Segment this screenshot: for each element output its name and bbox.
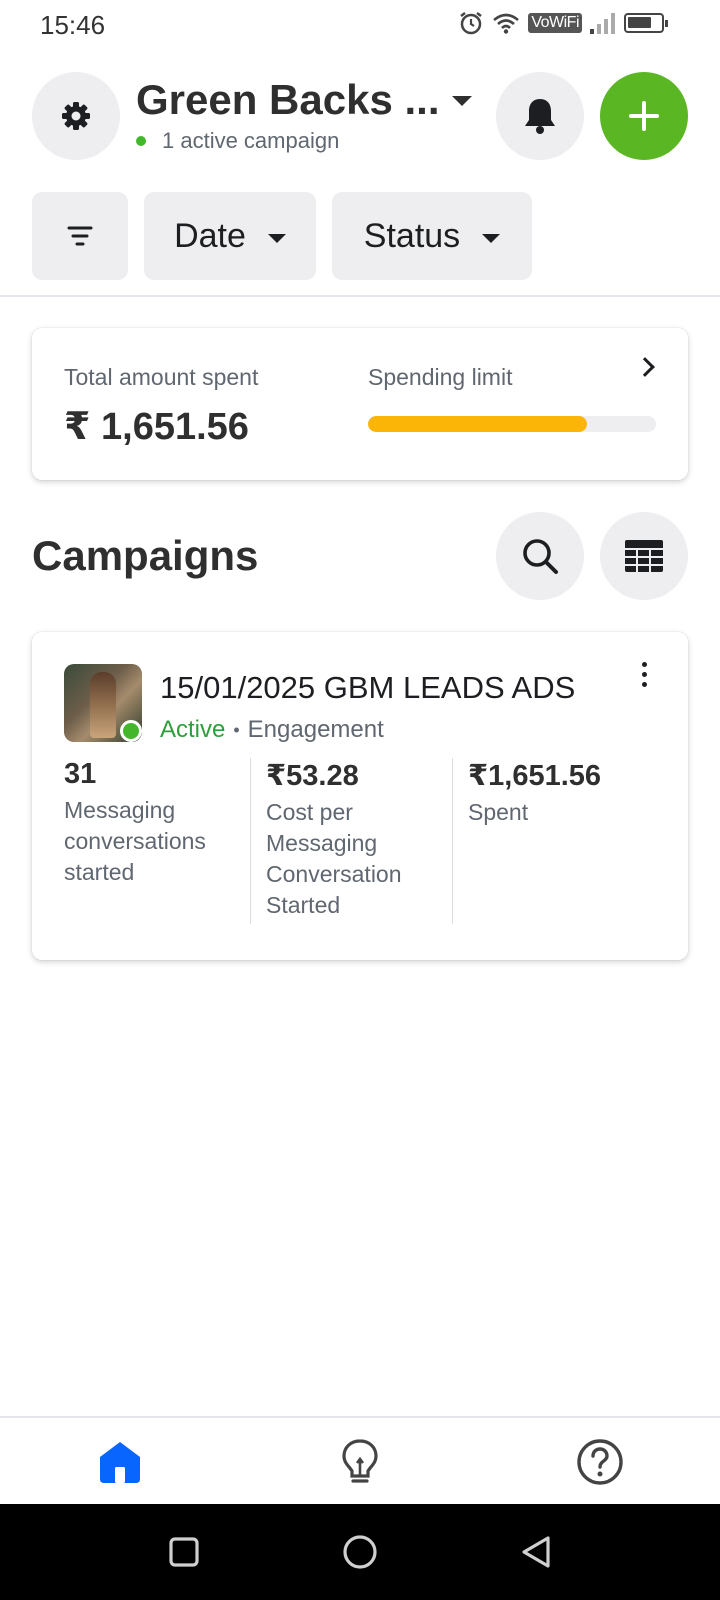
campaign-card[interactable]: 15/01/2025 GBM LEADS ADS Active • Engage… [32, 632, 688, 960]
active-campaign-count: 1 active campaign [162, 128, 340, 153]
status-icons: VoWiFi [458, 10, 668, 36]
nav-help[interactable] [572, 1434, 628, 1490]
metric-value: 31 [64, 758, 97, 790]
status-time: 15:46 [40, 10, 106, 40]
filter-button[interactable] [32, 192, 128, 280]
campaign-name: 15/01/2025 GBM LEADS ADS [160, 670, 576, 705]
home-icon [100, 1442, 140, 1483]
lightbulb-icon [342, 1439, 378, 1483]
total-spent-value: ₹ 1,651.56 [64, 406, 249, 448]
status-filter-label: Status [363, 216, 461, 255]
metric-spent: ₹1,651.56 Spent [468, 758, 658, 828]
system-navigation [0, 1504, 720, 1600]
active-status-dot [120, 720, 142, 742]
divider [0, 295, 720, 297]
back-button[interactable] [514, 1530, 558, 1574]
search-campaigns-button[interactable] [496, 512, 584, 600]
metric-label: Messaging conversations started [64, 797, 206, 885]
help-icon [577, 1439, 623, 1485]
campaign-objective: Engagement [247, 716, 384, 743]
nav-recommendations[interactable] [332, 1434, 388, 1490]
date-filter[interactable]: Date [144, 192, 316, 280]
recents-icon [169, 1537, 199, 1567]
metric-conversations: 31 Messaging conversations started [64, 758, 240, 888]
notifications-button[interactable] [496, 72, 584, 160]
metric-divider [452, 758, 453, 924]
separator: • [233, 719, 240, 740]
more-options-icon[interactable] [642, 662, 648, 687]
plus-icon [629, 101, 659, 131]
chevron-right-icon [635, 357, 655, 377]
metric-value: ₹53.28 [266, 760, 359, 792]
customize-columns-button[interactable] [600, 512, 688, 600]
filter-icon [67, 226, 93, 246]
campaign-status: Active [160, 716, 226, 743]
campaigns-title: Campaigns [32, 532, 259, 579]
bottom-navigation [0, 1416, 720, 1504]
date-filter-label: Date [174, 216, 246, 255]
chevron-down-icon [482, 233, 501, 243]
battery-fill [628, 17, 652, 28]
alarm-icon [460, 12, 483, 35]
spend-summary-card[interactable]: Total amount spent ₹ 1,651.56 Spending l… [32, 328, 688, 480]
chevron-down-icon [267, 233, 286, 243]
home-circle-icon [343, 1535, 377, 1569]
spending-limit-label: Spending limit [368, 364, 513, 390]
settings-button[interactable] [32, 72, 120, 160]
active-dot [136, 136, 146, 146]
thumbnail-figure [90, 672, 116, 738]
wifi-icon [493, 13, 520, 34]
metric-label: Cost per Messaging Conversation Started [266, 799, 402, 918]
search-icon [523, 539, 558, 574]
status-filter[interactable]: Status [332, 192, 532, 280]
create-campaign-button[interactable] [600, 72, 688, 160]
status-bar: 15:46 VoWiFi [0, 0, 720, 50]
metric-value: ₹1,651.56 [468, 760, 602, 792]
metric-cost-per-conversation: ₹53.28 Cost per Messaging Conversation S… [266, 758, 442, 921]
back-icon [522, 1536, 550, 1568]
campaign-status-line: Active • Engagement [160, 716, 384, 744]
spending-limit-bar [368, 416, 656, 432]
total-spent-label: Total amount spent [64, 364, 259, 390]
battery-icon [624, 13, 668, 33]
chevron-down-icon [452, 96, 472, 106]
vowifi-badge: VoWiFi [528, 13, 582, 33]
metric-divider [250, 758, 251, 924]
recents-button[interactable] [162, 1530, 206, 1574]
gear-icon [62, 102, 90, 130]
bell-icon [525, 99, 555, 134]
active-campaign-status: 1 active campaign [136, 128, 339, 154]
table-icon [625, 540, 663, 572]
nav-home[interactable] [92, 1434, 148, 1490]
signal-icon [590, 13, 615, 34]
account-name: Green Backs ... [136, 76, 440, 123]
home-system-button[interactable] [338, 1530, 382, 1574]
spending-limit-fill [368, 416, 587, 432]
metric-label: Spent [468, 799, 529, 825]
